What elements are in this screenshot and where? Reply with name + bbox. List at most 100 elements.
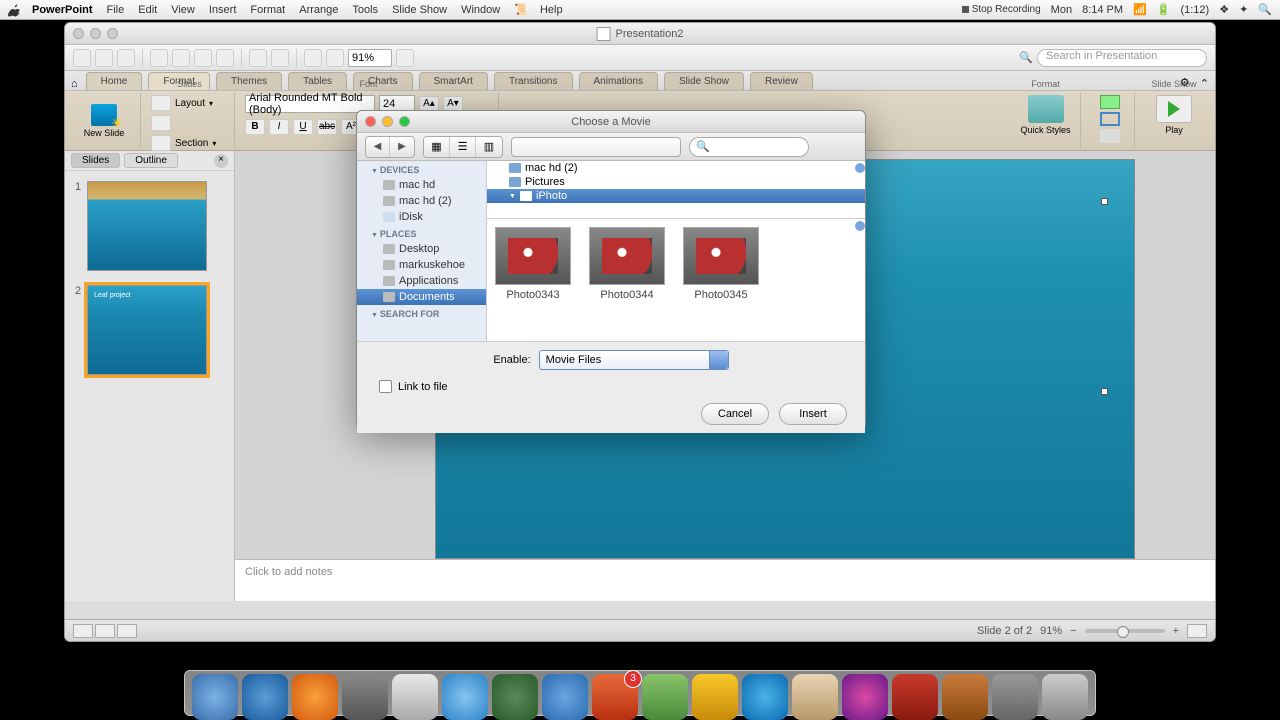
sidebar-item-documents[interactable]: Documents bbox=[357, 289, 486, 305]
minimize-button[interactable] bbox=[90, 28, 101, 39]
tab-review[interactable]: Review bbox=[750, 72, 813, 90]
dialog-zoom-button[interactable] bbox=[399, 116, 410, 127]
apple-logo-icon[interactable] bbox=[8, 3, 22, 17]
normal-view-icon[interactable] bbox=[73, 624, 93, 638]
trash-icon[interactable] bbox=[1042, 674, 1088, 720]
downloads-icon[interactable] bbox=[992, 674, 1038, 720]
sidebar-places-header[interactable]: PLACES bbox=[357, 225, 486, 241]
file-item[interactable]: Photo0344 bbox=[589, 227, 665, 333]
utorrent-icon[interactable] bbox=[492, 674, 538, 720]
dialog-titlebar[interactable]: Choose a Movie bbox=[357, 111, 865, 133]
file-item[interactable]: Photo0345 bbox=[683, 227, 759, 333]
play-slideshow-button[interactable] bbox=[1156, 95, 1192, 123]
menu-help[interactable]: Help bbox=[540, 4, 563, 16]
link-to-file-label[interactable]: Link to file bbox=[398, 381, 448, 393]
zoom-button[interactable] bbox=[107, 28, 118, 39]
folder-list[interactable]: mac hd (2) Pictures ▼iPhoto bbox=[487, 161, 865, 219]
fit-window-icon[interactable] bbox=[1187, 624, 1207, 638]
paste-icon[interactable] bbox=[194, 49, 212, 67]
shape-effects-icon[interactable] bbox=[1100, 129, 1120, 143]
forward-button[interactable]: ▶ bbox=[390, 137, 414, 157]
mail-icon[interactable] bbox=[592, 674, 638, 720]
menu-file[interactable]: File bbox=[107, 4, 125, 16]
cut-icon[interactable] bbox=[150, 49, 168, 67]
preview-icon[interactable] bbox=[392, 674, 438, 720]
zoom-in-icon[interactable]: + bbox=[1173, 625, 1179, 637]
firefox-icon[interactable] bbox=[292, 674, 338, 720]
path-dropdown[interactable] bbox=[511, 137, 681, 157]
sidebar-item-desktop[interactable]: Desktop bbox=[357, 241, 486, 257]
new-slide-button[interactable]: New Slide bbox=[77, 95, 131, 146]
copy-icon[interactable] bbox=[172, 49, 190, 67]
slide-thumb[interactable]: 1 bbox=[75, 181, 224, 271]
appstore-icon[interactable] bbox=[542, 674, 588, 720]
folder-row-iphoto[interactable]: ▼iPhoto bbox=[487, 189, 865, 203]
sidebar-item-machd[interactable]: mac hd bbox=[357, 177, 486, 193]
enable-dropdown[interactable]: Movie Files bbox=[539, 350, 729, 370]
spotlight-icon[interactable]: 🔍 bbox=[1258, 3, 1272, 16]
tab-home[interactable]: Home bbox=[86, 72, 143, 90]
file-item[interactable]: Photo0343 bbox=[495, 227, 571, 333]
zoom-out-icon[interactable]: − bbox=[1070, 625, 1076, 637]
tab-slideshow[interactable]: Slide Show bbox=[664, 72, 744, 90]
slides-tab[interactable]: Slides bbox=[71, 153, 120, 168]
list-view-icon[interactable]: ☰ bbox=[450, 137, 476, 157]
app-name[interactable]: PowerPoint bbox=[32, 4, 93, 16]
search-input[interactable]: Search in Presentation bbox=[1037, 49, 1207, 67]
link-to-file-checkbox[interactable] bbox=[379, 380, 392, 393]
undo-icon[interactable] bbox=[249, 49, 267, 67]
layout-icon[interactable] bbox=[151, 95, 171, 111]
office-icon[interactable] bbox=[642, 674, 688, 720]
dialog-close-button[interactable] bbox=[365, 116, 376, 127]
tab-animations[interactable]: Animations bbox=[579, 72, 658, 90]
menubar-extra-icon[interactable]: ❖ bbox=[1219, 3, 1229, 16]
tab-transitions[interactable]: Transitions bbox=[494, 72, 573, 90]
cancel-button[interactable]: Cancel bbox=[701, 403, 769, 425]
slideshow-view-icon[interactable] bbox=[117, 624, 137, 638]
quicktime-icon[interactable] bbox=[742, 674, 788, 720]
folder-row[interactable]: Pictures bbox=[487, 175, 865, 189]
menu-tools[interactable]: Tools bbox=[352, 4, 378, 16]
menu-format[interactable]: Format bbox=[250, 4, 285, 16]
safari-icon[interactable] bbox=[442, 674, 488, 720]
quick-styles-icon[interactable] bbox=[1028, 95, 1064, 123]
menu-insert[interactable]: Insert bbox=[209, 4, 237, 16]
hdd-icon[interactable] bbox=[342, 674, 388, 720]
sidebar-item-home[interactable]: markuskehoe bbox=[357, 257, 486, 273]
column-view-icon[interactable]: ▥ bbox=[476, 137, 502, 157]
bold-icon[interactable]: B bbox=[245, 119, 265, 135]
close-panel-icon[interactable]: × bbox=[214, 154, 228, 168]
menu-edit[interactable]: Edit bbox=[138, 4, 157, 16]
powerpoint-dock-icon[interactable] bbox=[892, 674, 938, 720]
print-icon[interactable] bbox=[117, 49, 135, 67]
itunes-icon[interactable] bbox=[242, 674, 288, 720]
open-icon[interactable] bbox=[73, 49, 91, 67]
slide-thumb[interactable]: 2 Leaf project bbox=[75, 285, 224, 375]
app-f-icon[interactable] bbox=[692, 674, 738, 720]
app-colors-icon[interactable] bbox=[842, 674, 888, 720]
notes-pane[interactable]: Click to add notes bbox=[235, 559, 1215, 601]
close-button[interactable] bbox=[73, 28, 84, 39]
insert-icon[interactable] bbox=[304, 49, 322, 67]
sorter-view-icon[interactable] bbox=[95, 624, 115, 638]
font-name-combo[interactable]: Arial Rounded MT Bold (Body) bbox=[245, 95, 375, 113]
dialog-search-input[interactable]: 🔍 bbox=[689, 137, 809, 157]
folder-icon[interactable] bbox=[942, 674, 988, 720]
italic-icon[interactable]: I bbox=[269, 119, 289, 135]
stop-recording[interactable]: Stop Recording bbox=[962, 4, 1041, 15]
shapes-icon[interactable] bbox=[326, 49, 344, 67]
finder-icon[interactable] bbox=[192, 674, 238, 720]
window-titlebar[interactable]: Presentation2 bbox=[65, 23, 1215, 45]
dialog-minimize-button[interactable] bbox=[382, 116, 393, 127]
sidebar-devices-header[interactable]: DEVICES bbox=[357, 161, 486, 177]
zoom-slider[interactable] bbox=[1085, 629, 1165, 633]
file-grid[interactable]: Photo0343 Photo0344 Photo0345 bbox=[487, 219, 865, 341]
strike-icon[interactable]: abc bbox=[317, 119, 337, 135]
reset-icon[interactable] bbox=[151, 115, 171, 131]
folder-row[interactable]: mac hd (2) bbox=[487, 161, 865, 175]
redo-icon[interactable] bbox=[271, 49, 289, 67]
insert-button[interactable]: Insert bbox=[779, 403, 847, 425]
section-icon[interactable] bbox=[151, 135, 171, 151]
outline-tab[interactable]: Outline bbox=[124, 153, 178, 168]
help-icon[interactable] bbox=[396, 49, 414, 67]
